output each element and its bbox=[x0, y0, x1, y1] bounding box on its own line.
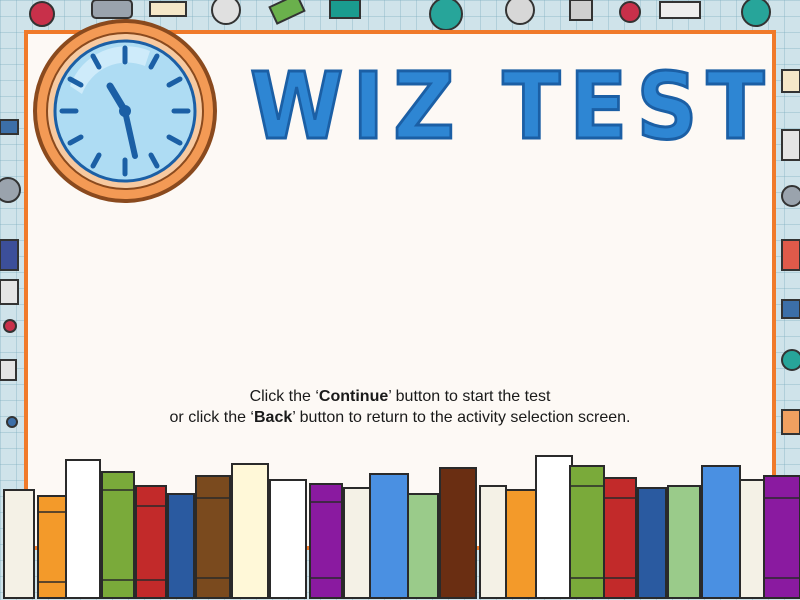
instructions-line-1: Click the ‘Continue’ button to start the… bbox=[120, 386, 680, 407]
book bbox=[739, 479, 767, 599]
page-title: WIZ TEST bbox=[249, 52, 766, 162]
doodle-right-column bbox=[781, 69, 800, 435]
book bbox=[343, 487, 371, 599]
book bbox=[763, 475, 800, 599]
doodle-left-column bbox=[0, 119, 21, 428]
page-title-text: WIZ TEST bbox=[249, 52, 774, 162]
clock-icon bbox=[33, 19, 217, 203]
book bbox=[637, 487, 667, 599]
instructions-line-2-post: ’ button to return to the activity selec… bbox=[292, 409, 631, 426]
instructions-line-2-pre: or click the ‘ bbox=[169, 409, 254, 426]
book bbox=[667, 485, 701, 599]
book bbox=[407, 493, 439, 599]
book bbox=[701, 465, 741, 599]
wiz-test-screen: WIZ TEST Click the ‘Continue’ button to … bbox=[0, 0, 800, 600]
book bbox=[135, 485, 167, 599]
book bbox=[535, 455, 573, 599]
book bbox=[309, 483, 343, 599]
book bbox=[65, 459, 101, 599]
book bbox=[439, 467, 477, 599]
book bbox=[195, 475, 231, 599]
instructions-line-1-post: ’ button to start the test bbox=[388, 388, 551, 405]
bookshelf-illustration bbox=[3, 455, 800, 599]
instructions-line-1-pre: Click the ‘ bbox=[249, 388, 319, 405]
book bbox=[269, 479, 307, 599]
instructions-line-2: or click the ‘Back’ button to return to … bbox=[120, 407, 680, 428]
book bbox=[369, 473, 409, 599]
back-keyword: Back bbox=[253, 409, 293, 426]
continue-keyword: Continue bbox=[318, 388, 389, 405]
instructions-text: Click the ‘Continue’ button to start the… bbox=[120, 386, 680, 428]
book bbox=[101, 471, 135, 599]
book bbox=[603, 477, 637, 599]
book bbox=[505, 489, 537, 599]
book bbox=[231, 463, 269, 599]
book bbox=[479, 485, 507, 599]
book bbox=[167, 493, 195, 599]
book bbox=[3, 489, 35, 599]
